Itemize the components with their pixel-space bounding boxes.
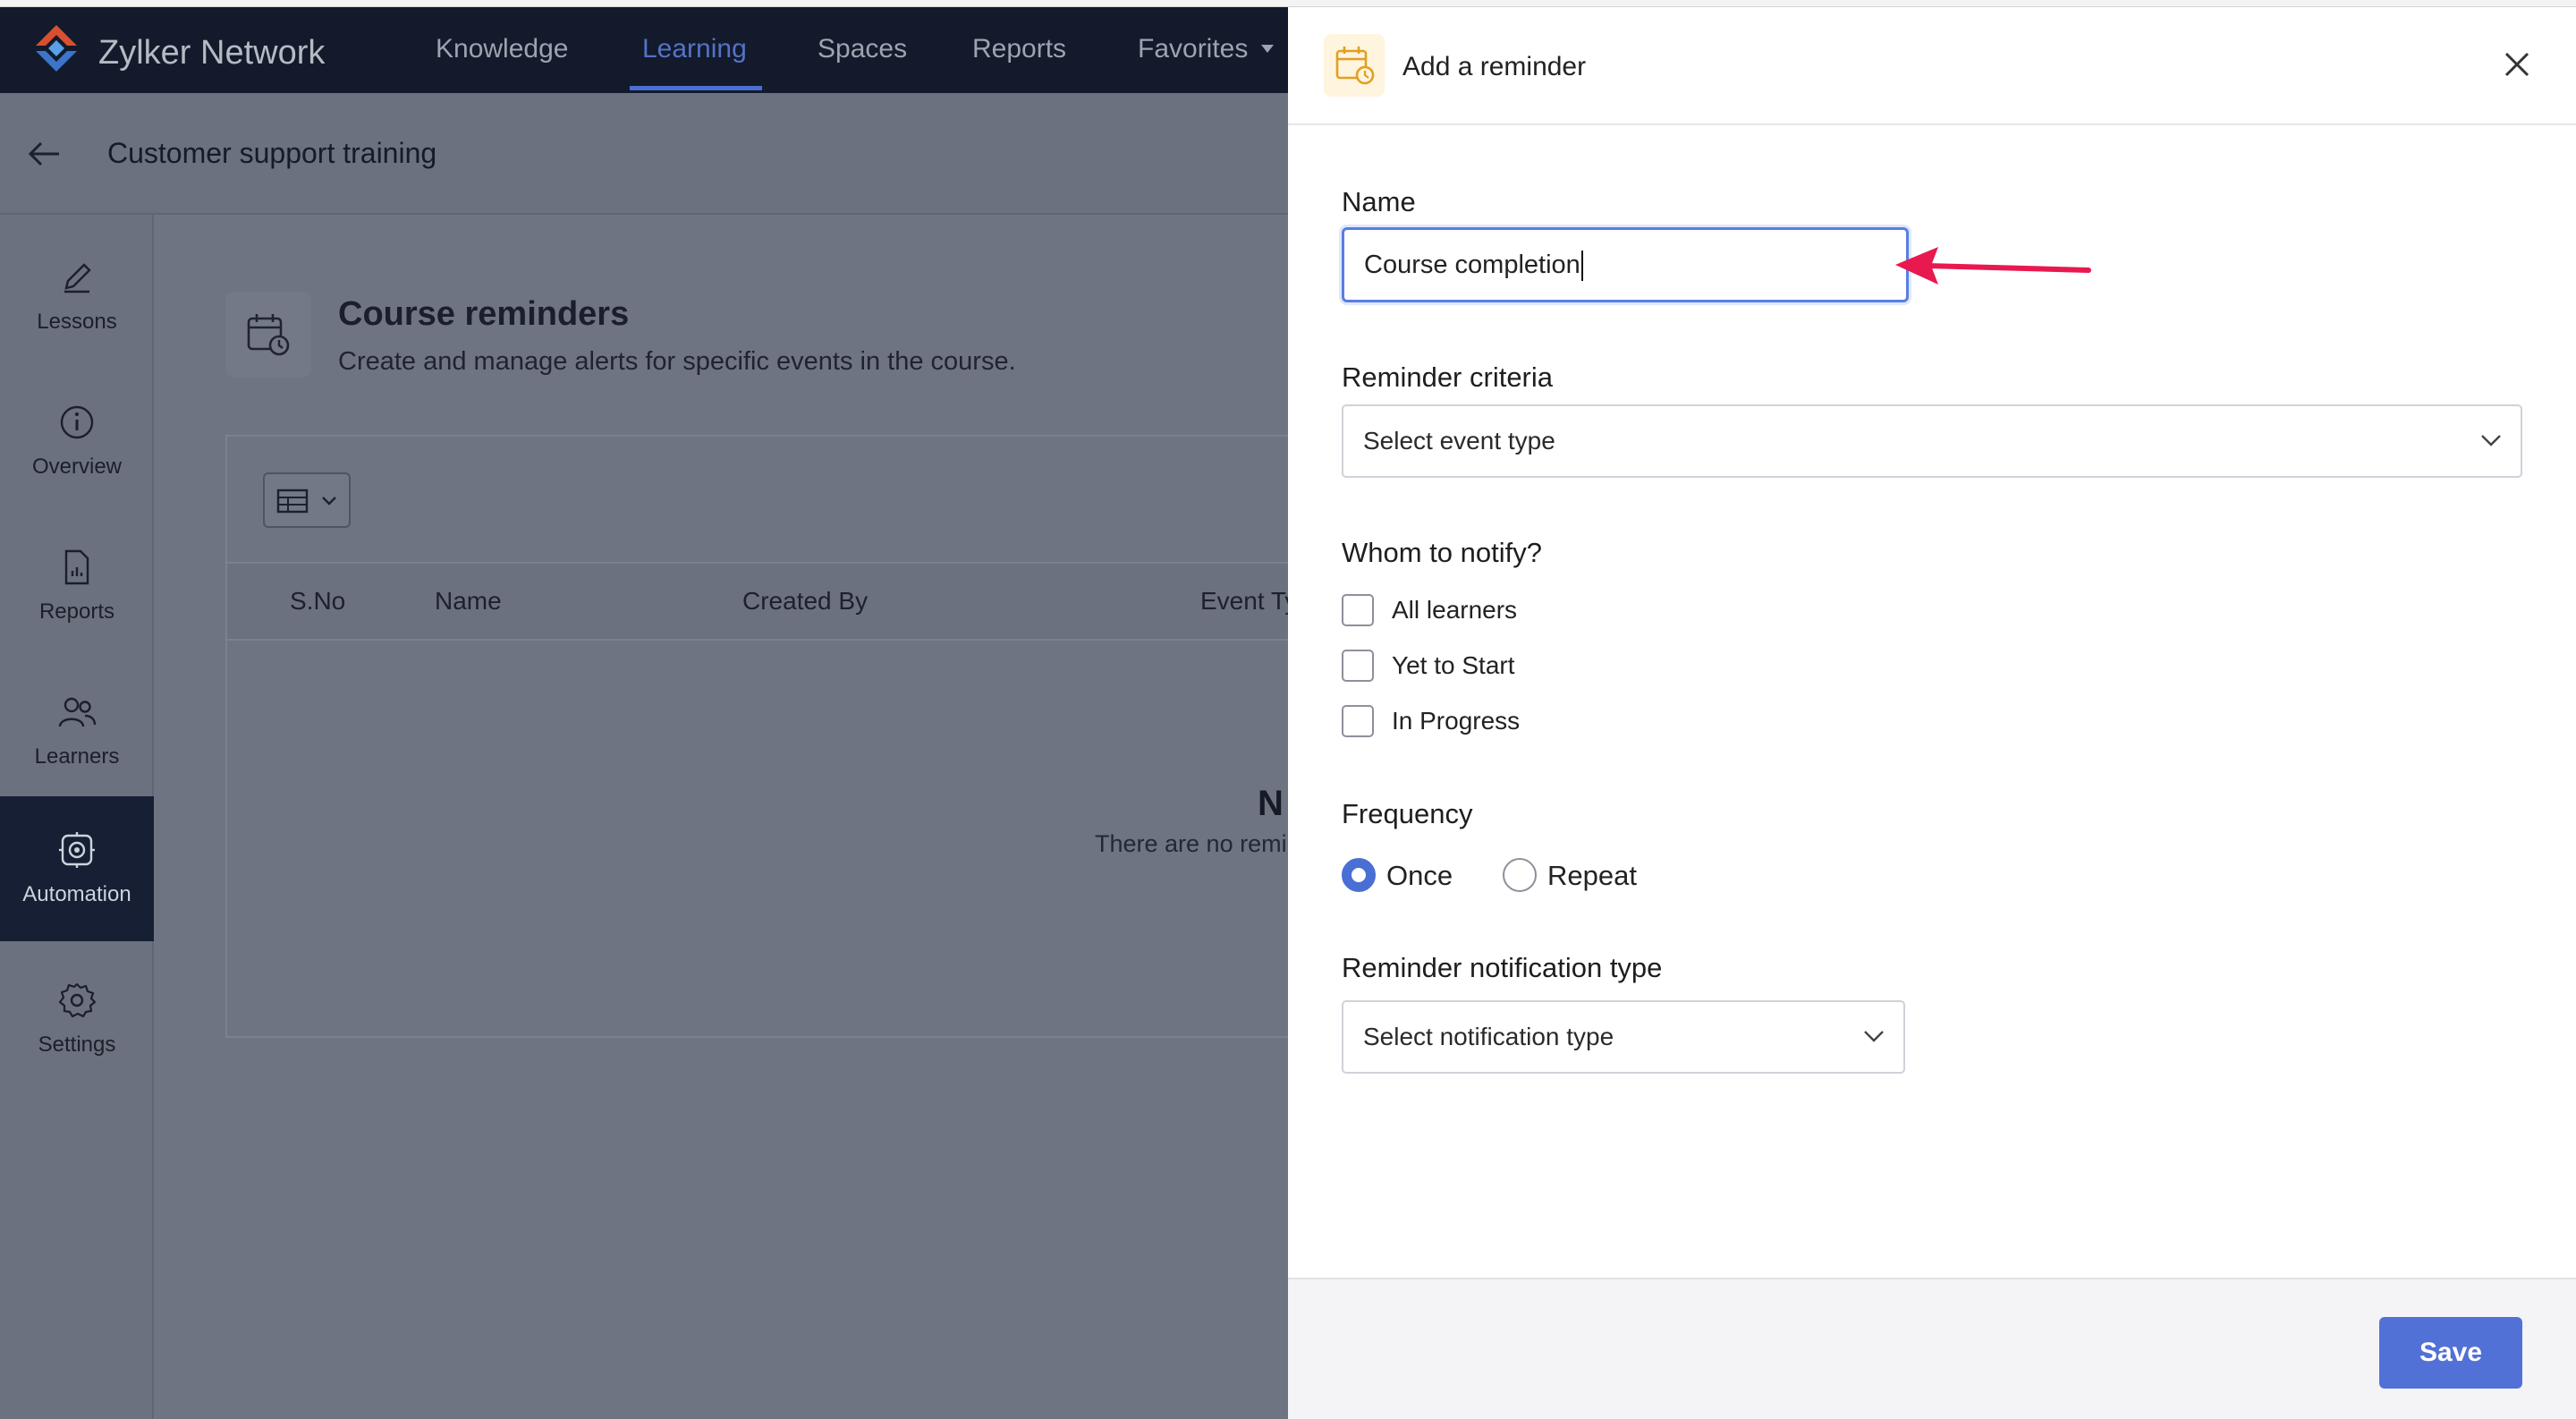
radio-once[interactable] bbox=[1342, 858, 1376, 892]
empty-state-title: N bbox=[1258, 784, 1284, 823]
course-sidebar: Lessons Overview Reports Learners Automa… bbox=[0, 215, 154, 1419]
nav-learning[interactable]: Learning bbox=[642, 34, 747, 64]
criteria-label: Reminder criteria bbox=[1342, 361, 1554, 393]
sidebar-item-label: Learners bbox=[34, 744, 120, 769]
checkbox[interactable] bbox=[1342, 594, 1374, 626]
nav-spaces[interactable]: Spaces bbox=[818, 34, 907, 64]
sidebar-item-label: Settings bbox=[38, 1032, 116, 1057]
sidebar-item-automation[interactable]: Automation bbox=[0, 796, 154, 941]
checkbox-label: Yet to Start bbox=[1392, 651, 1515, 679]
event-type-placeholder: Select event type bbox=[1363, 427, 1555, 455]
panel-header: Add a reminder bbox=[1288, 7, 2576, 125]
calendar-clock-icon bbox=[1335, 47, 1375, 85]
chevron-down-icon bbox=[2481, 435, 2501, 446]
panel-title: Add a reminder bbox=[1402, 52, 1587, 81]
checkbox[interactable] bbox=[1342, 650, 1374, 682]
event-type-select[interactable]: Select event type bbox=[1342, 404, 2522, 478]
sidebar-item-label: Overview bbox=[31, 455, 123, 479]
sidebar-item-settings[interactable]: Settings bbox=[0, 947, 154, 1092]
close-icon[interactable] bbox=[2496, 43, 2538, 86]
automation-icon bbox=[59, 832, 95, 868]
column-header[interactable]: Created By bbox=[742, 587, 868, 616]
radio-repeat[interactable] bbox=[1503, 858, 1537, 892]
column-header[interactable]: S.No bbox=[290, 587, 345, 616]
notify-label: Whom to notify? bbox=[1342, 537, 1542, 568]
table-view-toggle[interactable] bbox=[263, 472, 351, 528]
pencil-icon bbox=[64, 263, 91, 293]
radio-label-once[interactable]: Once bbox=[1386, 860, 1453, 892]
nav-favorites[interactable]: Favorites bbox=[1138, 34, 1248, 64]
report-icon bbox=[64, 549, 89, 585]
table-view-icon bbox=[276, 489, 309, 514]
checkbox[interactable] bbox=[1342, 705, 1374, 737]
reminder-icon-box bbox=[1324, 34, 1385, 97]
gear-icon bbox=[58, 982, 97, 1018]
sidebar-item-reports[interactable]: Reports bbox=[0, 514, 154, 659]
name-input-value: Course completion bbox=[1364, 251, 1580, 279]
name-label: Name bbox=[1342, 186, 1416, 217]
radio-label-repeat[interactable]: Repeat bbox=[1547, 860, 1637, 892]
zylker-logo-icon bbox=[36, 25, 77, 72]
back-arrow-icon[interactable] bbox=[25, 134, 64, 174]
notification-type-placeholder: Select notification type bbox=[1363, 1023, 1614, 1050]
chevron-down-icon bbox=[322, 497, 336, 506]
panel-footer: Save bbox=[1288, 1278, 2576, 1419]
save-button[interactable]: Save bbox=[2379, 1317, 2522, 1389]
sidebar-item-label: Reports bbox=[38, 599, 115, 624]
frequency-label: Frequency bbox=[1342, 798, 1473, 829]
sidebar-item-label: Lessons bbox=[37, 310, 117, 334]
add-reminder-panel: Add a reminder Name Course completion Re… bbox=[1288, 7, 2576, 1419]
reminders-subtitle: Create and manage alerts for specific ev… bbox=[338, 347, 1016, 376]
calendar-clock-icon bbox=[247, 314, 290, 356]
brand-name[interactable]: Zylker Network bbox=[98, 34, 325, 72]
reminders-table-card: S.No Name Created By Event Ty N There ar… bbox=[225, 435, 1297, 1038]
top-navbar: Zylker Network Knowledge Learning Spaces… bbox=[0, 7, 1288, 93]
name-input[interactable]: Course completion bbox=[1342, 227, 1909, 302]
column-header[interactable]: Event Ty bbox=[1200, 587, 1297, 616]
table-header: S.No Name Created By Event Ty bbox=[227, 562, 1297, 641]
info-icon bbox=[60, 405, 94, 439]
sidebar-item-lessons[interactable]: Lessons bbox=[0, 224, 154, 369]
notification-type-select[interactable]: Select notification type bbox=[1342, 1000, 1905, 1074]
reminders-icon-box bbox=[225, 292, 311, 378]
nav-active-indicator bbox=[630, 86, 762, 90]
empty-state-message: There are no remi bbox=[1095, 830, 1287, 857]
sidebar-item-learners[interactable]: Learners bbox=[0, 659, 154, 803]
favorites-caret-icon[interactable] bbox=[1261, 45, 1274, 53]
browser-top-strip bbox=[0, 0, 2576, 7]
text-cursor bbox=[1580, 251, 1583, 282]
sidebar-item-overview[interactable]: Overview bbox=[0, 369, 154, 514]
nav-reports[interactable]: Reports bbox=[972, 34, 1066, 64]
users-icon bbox=[58, 697, 97, 727]
column-header[interactable]: Name bbox=[435, 587, 502, 616]
notification-type-label: Reminder notification type bbox=[1342, 952, 1663, 983]
checkbox-label: All learners bbox=[1392, 596, 1518, 624]
annotation-arrow-icon bbox=[1895, 247, 2091, 285]
page-title: Customer support training bbox=[107, 137, 437, 169]
reminders-title: Course reminders bbox=[338, 295, 630, 333]
checkbox-label: In Progress bbox=[1392, 707, 1521, 735]
sidebar-item-label: Automation bbox=[22, 882, 131, 906]
chevron-down-icon bbox=[1864, 1031, 1884, 1042]
nav-knowledge[interactable]: Knowledge bbox=[436, 34, 568, 64]
